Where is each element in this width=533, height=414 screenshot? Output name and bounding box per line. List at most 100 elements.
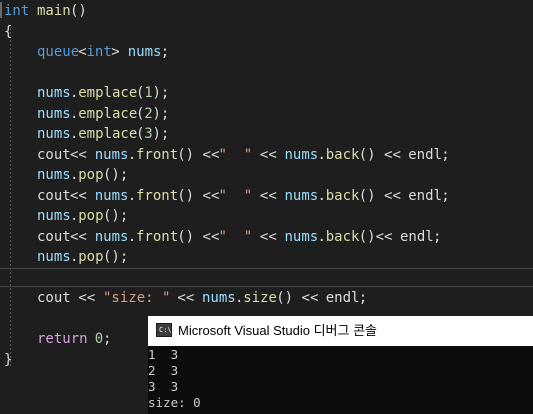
gutter-marker (0, 2, 2, 18)
code-token: nums (94, 228, 129, 245)
code-token: nums (284, 146, 319, 163)
code-token: ); (152, 105, 170, 122)
code-line[interactable]: cout << "size: " << nums. size() << endl; (0, 288, 533, 309)
debug-console-window[interactable]: C:\ Microsoft Visual Studio 디버그 콘솔 1 32 … (148, 316, 533, 414)
code-line[interactable]: { (0, 22, 533, 43)
code-token: endl (408, 146, 442, 163)
code-token: << (251, 146, 286, 163)
code-token: () << (358, 187, 410, 204)
code-token: . (70, 208, 79, 224)
code-token: << (169, 290, 203, 306)
code-token: cout (37, 290, 71, 306)
code-token: nums (37, 105, 71, 122)
code-token: cout (37, 228, 71, 245)
console-titlebar[interactable]: C:\ Microsoft Visual Studio 디버그 콘솔 (148, 316, 533, 346)
code-token: emplace (78, 105, 138, 122)
code-token: () << (177, 187, 220, 204)
code-token: back (325, 228, 360, 245)
code-line[interactable]: cout << nums. front() << " " << nums. back()… (0, 227, 533, 248)
code-token: " " (218, 146, 253, 163)
code-token: { (4, 23, 13, 40)
code-token: . (70, 105, 79, 122)
code-token: pop (78, 249, 104, 265)
code-token: ( (136, 85, 145, 101)
code-token: . (235, 290, 244, 306)
code-token: 3 (144, 126, 153, 142)
code-token: . (127, 228, 137, 245)
code-token: (); (103, 167, 129, 183)
code-token: nums (127, 44, 162, 60)
code-token: emplace (78, 126, 138, 142)
code-line[interactable]: nums. pop (); (0, 165, 533, 186)
code-token: > (111, 44, 129, 60)
code-line[interactable] (0, 268, 533, 289)
code-token: (); (103, 208, 129, 224)
code-line[interactable]: nums. emplace(1); (0, 83, 533, 104)
code-token: . (317, 228, 326, 245)
code-token: nums (94, 187, 129, 204)
code-line[interactable]: queue < int > nums; (0, 42, 533, 63)
code-line[interactable] (0, 63, 533, 84)
code-token: endl (400, 228, 434, 245)
code-token: . (317, 187, 326, 204)
code-token: 1 (144, 85, 153, 101)
code-token: () << (177, 146, 220, 163)
code-token: () << (177, 228, 220, 245)
code-token: 2 (144, 105, 153, 122)
code-line[interactable]: cout << nums. front() << " " << nums. back()… (0, 145, 533, 166)
console-app-icon: C:\ (156, 323, 172, 337)
code-token: nums (37, 249, 71, 265)
code-token: nums (37, 167, 71, 183)
code-token: () (70, 3, 87, 19)
code-line[interactable]: nums. emplace(3); (0, 124, 533, 145)
code-token: ; (433, 228, 442, 245)
code-token: ; (358, 290, 368, 306)
code-token: . (127, 187, 137, 204)
code-token: nums (37, 126, 71, 142)
code-line[interactable]: nums. emplace(2); (0, 104, 533, 125)
code-token: pop (78, 208, 104, 224)
code-line[interactable]: nums. pop (); (0, 206, 533, 227)
console-output-line: 2 3 (148, 363, 179, 378)
code-token: front (136, 187, 179, 204)
code-token: endl (408, 187, 442, 204)
code-line[interactable]: int main() (0, 1, 533, 22)
code-token: queue (37, 44, 80, 60)
code-token: emplace (78, 85, 138, 101)
code-token: nums (94, 146, 129, 163)
code-line[interactable]: cout << nums. front() << " " << nums. back()… (0, 186, 533, 207)
code-token: endl (325, 290, 360, 306)
code-token: cout (37, 187, 71, 204)
code-token: << (251, 228, 286, 245)
code-token: . (70, 126, 79, 142)
code-token: nums (37, 208, 71, 224)
code-line[interactable]: nums. pop (); (0, 247, 533, 268)
code-token: . (317, 146, 326, 163)
code-token: << (70, 228, 96, 245)
console-title: Microsoft Visual Studio 디버그 콘솔 (178, 323, 378, 338)
code-token: int (4, 3, 30, 19)
code-token: << (70, 290, 104, 306)
code-token: () << (358, 146, 410, 163)
code-token: back (325, 146, 360, 163)
code-token: . (70, 249, 79, 265)
code-token: ; (103, 331, 112, 347)
code-token: nums (284, 228, 319, 245)
code-token: 0 (94, 331, 104, 347)
code-token: ); (152, 85, 170, 101)
code-token: cout (37, 146, 71, 163)
code-token: nums (202, 290, 236, 306)
code-token: (); (103, 249, 129, 265)
code-token: return (37, 331, 88, 347)
